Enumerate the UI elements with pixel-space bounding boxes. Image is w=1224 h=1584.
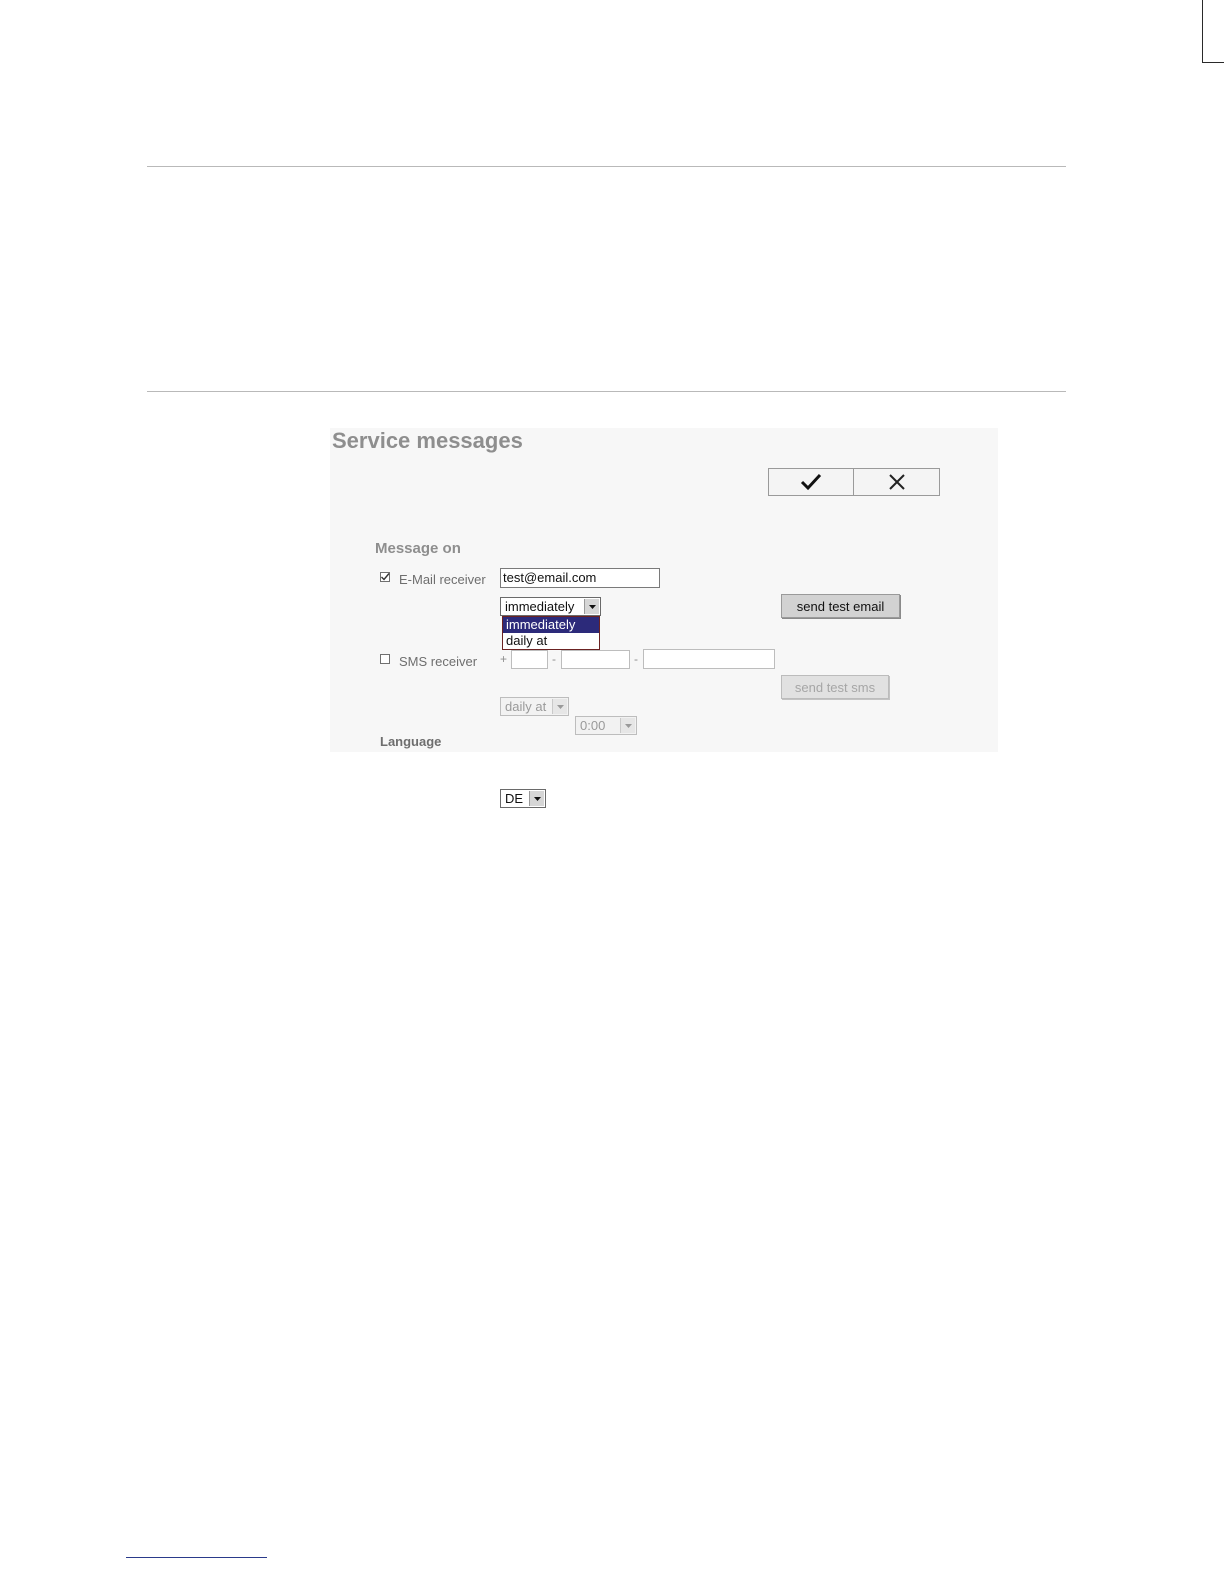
language-select[interactable]: DE — [500, 789, 546, 808]
area-code-field[interactable] — [561, 650, 630, 669]
service-messages-panel: Service messages Message on E-Mail recei… — [330, 428, 998, 808]
sms-frequency-select[interactable]: daily at — [500, 697, 569, 716]
ok-button[interactable] — [768, 468, 854, 496]
message-on-label: Message on — [375, 540, 461, 557]
sms-frequency-value: daily at — [505, 699, 547, 714]
send-test-email-button[interactable]: send test email — [781, 594, 900, 618]
sms-checkbox[interactable] — [380, 654, 390, 664]
country-code-field[interactable] — [511, 650, 548, 669]
phone-separator-2: - — [634, 652, 638, 666]
email-field[interactable]: test@email.com — [500, 568, 660, 588]
language-label: Language — [380, 734, 442, 749]
sms-receiver-label: SMS receiver — [399, 654, 478, 669]
dropdown-option-daily-at[interactable]: daily at — [503, 633, 599, 649]
margin-bar — [1202, 0, 1224, 63]
checkmark-icon — [800, 473, 822, 491]
phone-number-field[interactable] — [643, 649, 775, 669]
email-frequency-select[interactable]: immediately — [500, 597, 601, 616]
top-divider — [147, 166, 1066, 167]
action-buttons — [768, 468, 942, 496]
close-icon — [888, 474, 905, 490]
chevron-down-icon — [584, 599, 599, 614]
email-frequency-dropdown: immediately daily at — [502, 616, 600, 650]
email-receiver-label: E-Mail receiver — [399, 572, 486, 587]
dropdown-option-immediately[interactable]: immediately — [503, 617, 599, 633]
sms-time-select[interactable]: 0:00 — [575, 716, 637, 735]
email-checkbox[interactable] — [380, 572, 390, 582]
footnote-rule — [126, 1557, 267, 1558]
check-mark-icon — [381, 573, 390, 581]
phone-prefix: + — [500, 652, 508, 666]
chevron-down-icon — [552, 699, 567, 714]
chevron-down-icon — [620, 718, 635, 733]
page-title: Service messages — [332, 428, 523, 453]
phone-separator-1: - — [552, 652, 556, 666]
chevron-down-icon — [529, 791, 544, 806]
cancel-button[interactable] — [854, 468, 940, 496]
bottom-divider — [147, 391, 1066, 392]
sms-time-value: 0:00 — [580, 718, 606, 733]
language-value: DE — [505, 791, 524, 806]
email-frequency-value: immediately — [505, 599, 575, 614]
send-test-sms-button[interactable]: send test sms — [781, 675, 889, 699]
